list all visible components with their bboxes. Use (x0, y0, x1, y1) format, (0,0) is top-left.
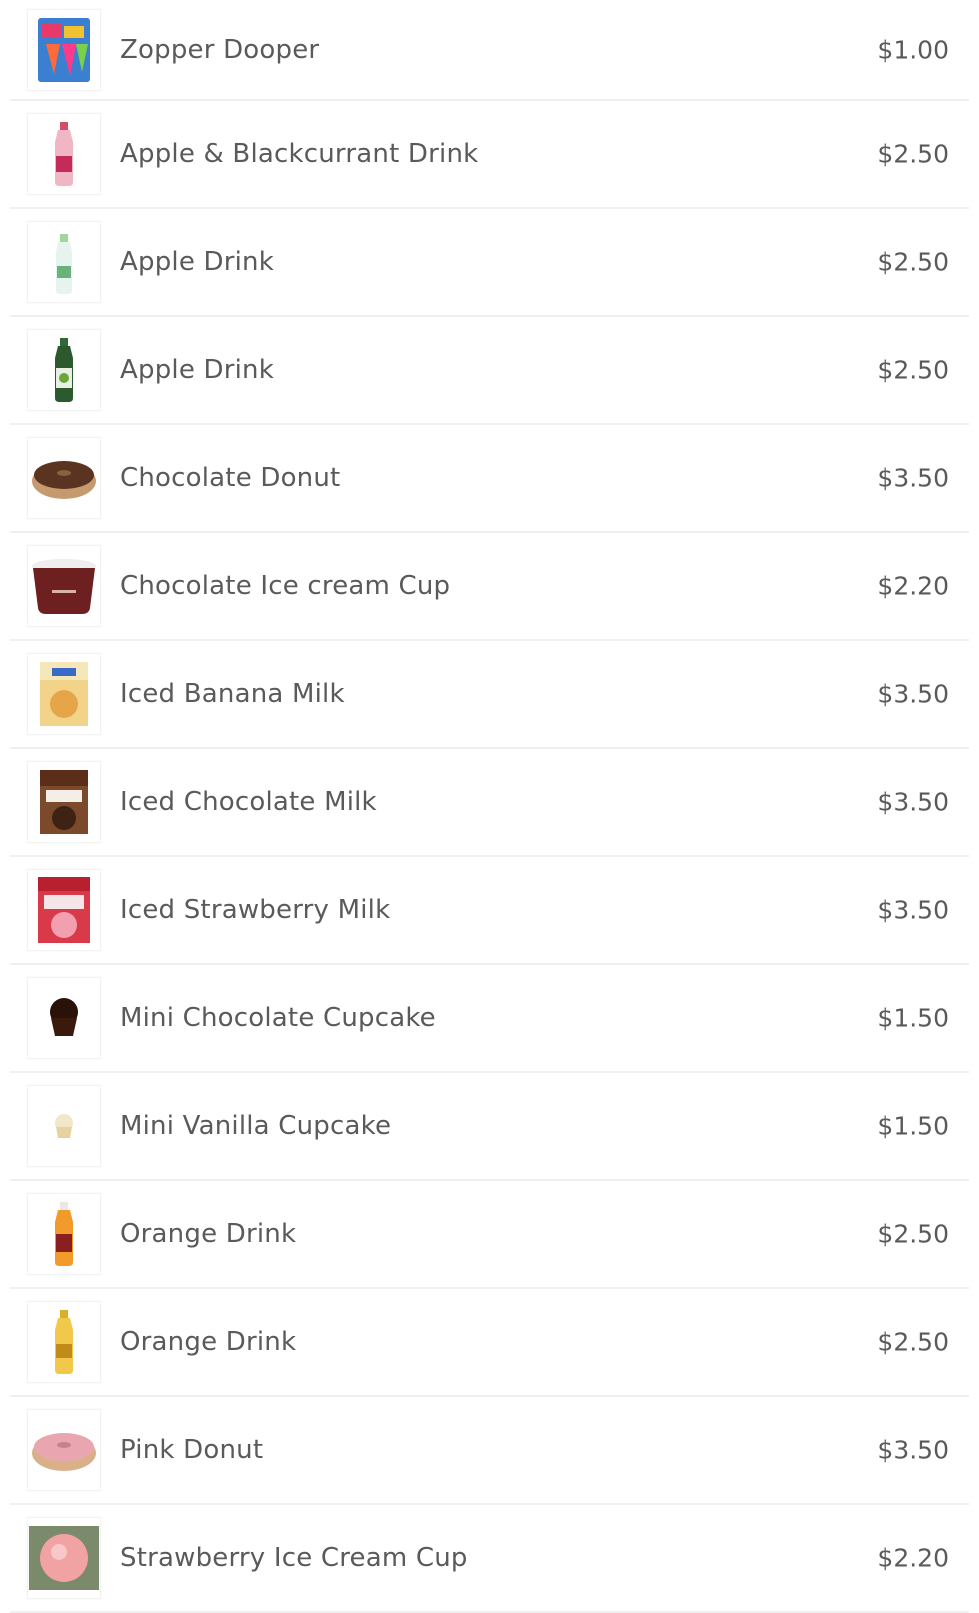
menu-item-row[interactable]: Iced Banana Milk $3.50 (10, 641, 969, 749)
menu-item-price: $2.50 (877, 1219, 949, 1249)
strawberry-ice-cream-cup-icon (27, 1517, 101, 1599)
menu-item-price: $3.50 (877, 679, 949, 709)
menu-item-row[interactable]: Apple Drink $2.50 (10, 317, 969, 425)
chocolate-donut-icon (27, 437, 101, 519)
clear-bottle-icon (27, 221, 101, 303)
menu-item-price: $1.00 (877, 35, 949, 64)
menu-item-name: Mini Chocolate Cupcake (120, 1003, 436, 1033)
chocolate-cupcake-icon (27, 977, 101, 1059)
menu-item-price: $2.50 (877, 355, 949, 385)
menu-item-name: Chocolate Ice cream Cup (120, 571, 451, 601)
menu-item-row[interactable]: Pink Donut $3.50 (10, 1397, 969, 1505)
menu-item-row[interactable]: Strawberry Ice Cream Cup $2.20 (10, 1505, 969, 1613)
menu-item-name: Iced Banana Milk (120, 679, 345, 709)
menu-item-price: $2.20 (877, 1543, 949, 1573)
menu-item-row[interactable]: Iced Chocolate Milk $3.50 (10, 749, 969, 857)
menu-item-row[interactable]: Apple & Blackcurrant Drink $2.50 (10, 101, 969, 209)
menu-item-row[interactable]: Zopper Dooper $1.00 (10, 0, 969, 101)
menu-item-row[interactable]: Orange Drink $2.50 (10, 1289, 969, 1397)
orange-bottle-icon (27, 1193, 101, 1275)
menu-item-name: Pink Donut (120, 1435, 264, 1465)
menu-item-name: Orange Drink (120, 1219, 297, 1249)
menu-item-price: $3.50 (877, 787, 949, 817)
pink-bottle-icon (27, 113, 101, 195)
menu-item-name: Apple Drink (120, 355, 274, 385)
menu-item-price: $3.50 (877, 463, 949, 493)
pink-donut-icon (27, 1409, 101, 1491)
menu-item-price: $2.50 (877, 1327, 949, 1357)
menu-item-name: Apple Drink (120, 247, 274, 277)
menu-item-price: $2.50 (877, 247, 949, 277)
menu-item-list: Zopper Dooper $1.00 Apple & Blackcurrant… (0, 0, 979, 1613)
chocolate-milk-carton-icon (27, 761, 101, 843)
strawberry-milk-carton-icon (27, 869, 101, 951)
ice-pop-pack-icon (27, 8, 101, 91)
menu-item-price: $3.50 (877, 1435, 949, 1465)
yellow-bottle-icon (27, 1301, 101, 1383)
menu-item-row[interactable]: Apple Drink $2.50 (10, 209, 969, 317)
menu-item-name: Orange Drink (120, 1327, 297, 1357)
menu-item-name: Iced Strawberry Milk (120, 895, 391, 925)
menu-item-row[interactable]: Mini Vanilla Cupcake $1.50 (10, 1073, 969, 1181)
menu-item-name: Iced Chocolate Milk (120, 787, 377, 817)
menu-item-name: Apple & Blackcurrant Drink (120, 139, 479, 169)
menu-item-name: Strawberry Ice Cream Cup (120, 1543, 468, 1573)
menu-item-row[interactable]: Mini Chocolate Cupcake $1.50 (10, 965, 969, 1073)
menu-item-row[interactable]: Iced Strawberry Milk $3.50 (10, 857, 969, 965)
menu-item-name: Zopper Dooper (120, 34, 320, 65)
menu-item-price: $1.50 (877, 1111, 949, 1141)
menu-item-price: $2.20 (877, 571, 949, 601)
menu-item-price: $3.50 (877, 895, 949, 925)
green-bottle-icon (27, 329, 101, 411)
ice-cream-cup-icon (27, 545, 101, 627)
menu-item-row[interactable]: Chocolate Donut $3.50 (10, 425, 969, 533)
banana-milk-carton-icon (27, 653, 101, 735)
menu-item-row[interactable]: Chocolate Ice cream Cup $2.20 (10, 533, 969, 641)
menu-item-price: $2.50 (877, 139, 949, 169)
menu-item-name: Mini Vanilla Cupcake (120, 1111, 392, 1141)
menu-item-row[interactable]: Orange Drink $2.50 (10, 1181, 969, 1289)
menu-item-name: Chocolate Donut (120, 463, 341, 493)
menu-item-price: $1.50 (877, 1003, 949, 1033)
vanilla-cupcake-icon (27, 1085, 101, 1167)
